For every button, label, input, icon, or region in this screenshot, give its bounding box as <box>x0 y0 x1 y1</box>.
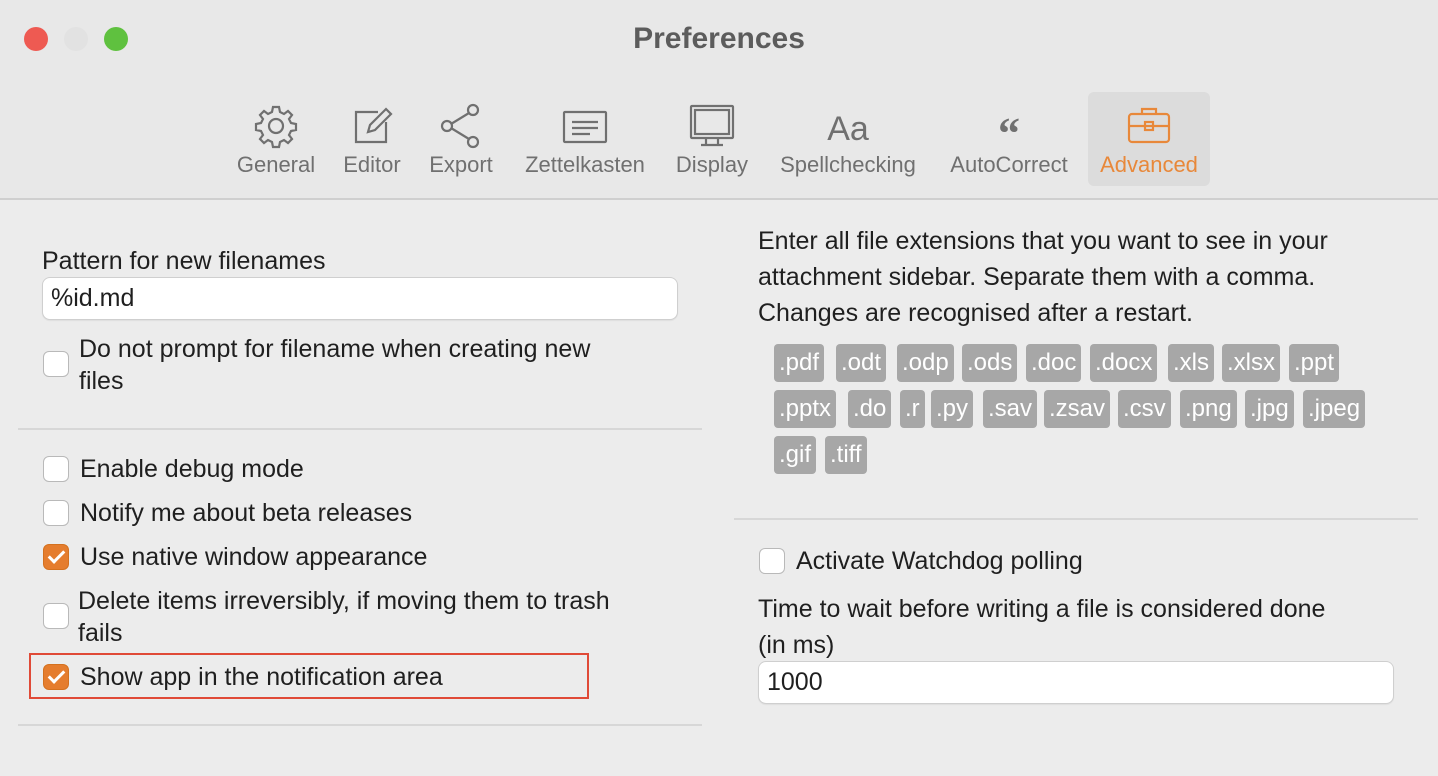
extension-tag[interactable]: .r <box>900 390 925 428</box>
extension-tag[interactable]: .csv <box>1118 390 1171 428</box>
native-appearance-label: Use native window appearance <box>80 543 428 571</box>
no-prompt-label-line1: Do not prompt for filename when creating… <box>79 335 591 363</box>
tab-label: Display <box>675 152 749 177</box>
filename-pattern-input[interactable]: %id.md <box>42 277 678 320</box>
extension-tag[interactable]: .xls <box>1168 344 1214 382</box>
wait-time-input[interactable]: 1000 <box>758 661 1394 704</box>
quote-icon: “ <box>998 109 1020 150</box>
extension-tag[interactable]: .tiff <box>825 436 867 474</box>
tab-spellchecking[interactable]: Aa Spellchecking <box>768 92 928 186</box>
tab-export[interactable]: Export <box>420 92 502 186</box>
gear-icon <box>254 105 298 149</box>
filename-pattern-label: Pattern for new filenames <box>42 247 326 275</box>
delete-irreversibly-label-line2: fails <box>78 619 123 647</box>
beta-releases-checkbox[interactable] <box>43 500 69 526</box>
extension-tag[interactable]: .pptx <box>774 390 837 428</box>
watchdog-checkbox[interactable] <box>759 548 785 574</box>
window-title: Preferences <box>633 22 805 55</box>
extension-tag[interactable]: .py <box>931 390 974 428</box>
extension-tag[interactable]: .pdf <box>774 344 825 382</box>
tab-editor[interactable]: Editor <box>334 92 410 186</box>
extension-tag[interactable]: .sav <box>983 390 1038 428</box>
extension-tag[interactable]: .odp <box>897 344 954 382</box>
extension-tag[interactable]: .xlsx <box>1222 344 1280 382</box>
display-icon <box>689 104 735 147</box>
tab-label: Export <box>429 152 493 177</box>
tab-zettelkasten[interactable]: Zettelkasten <box>514 92 656 186</box>
highlight-box <box>29 653 589 699</box>
extensions-description-line3: Changes are recognised after a restart. <box>758 299 1193 327</box>
extension-tag[interactable]: .png <box>1180 390 1237 428</box>
tab-label: Editor <box>343 152 401 177</box>
titlebar: Preferences General Editor Export Zettel… <box>0 0 1438 200</box>
wait-time-label-line1: Time to wait before writing a file is co… <box>758 595 1326 623</box>
debug-mode-label: Enable debug mode <box>80 455 304 483</box>
tab-autocorrect[interactable]: “ AutoCorrect <box>940 92 1078 186</box>
tab-label: General <box>236 152 316 177</box>
beta-releases-label: Notify me about beta releases <box>80 499 413 527</box>
tab-general[interactable]: General <box>230 92 322 186</box>
extension-tag[interactable]: .odt <box>836 344 887 382</box>
extension-tag[interactable]: .do <box>848 390 892 428</box>
extension-tag[interactable]: .gif <box>774 436 817 474</box>
extension-tag[interactable]: .jpg <box>1245 390 1294 428</box>
delete-irreversibly-checkbox[interactable] <box>43 603 69 629</box>
extension-tag[interactable]: .doc <box>1026 344 1082 382</box>
extension-tag[interactable]: .docx <box>1090 344 1158 382</box>
extension-tag[interactable]: .jpeg <box>1303 390 1366 428</box>
tab-label: Advanced <box>1100 152 1198 177</box>
share-icon <box>440 103 480 149</box>
toolbox-icon <box>1127 107 1171 144</box>
svg-text:Aa: Aa <box>827 110 869 148</box>
wait-time-label-line2: (in ms) <box>758 631 835 659</box>
extension-tag[interactable]: .zsav <box>1044 390 1111 428</box>
debug-mode-checkbox[interactable] <box>43 456 69 482</box>
tab-label: AutoCorrect <box>950 152 1068 177</box>
tab-advanced[interactable]: Advanced <box>1088 92 1210 186</box>
edit-icon <box>354 107 393 144</box>
tab-label: Spellchecking <box>780 152 916 177</box>
svg-text:“: “ <box>998 109 1020 150</box>
text-aa-icon: Aa <box>827 110 869 148</box>
extension-tag[interactable]: .ods <box>962 344 1018 382</box>
no-prompt-label-line2: files <box>79 367 124 395</box>
extensions-description-line1: Enter all file extensions that you want … <box>758 227 1328 255</box>
delete-irreversibly-label-line1: Delete items irreversibly, if moving the… <box>78 587 610 615</box>
section-divider <box>18 428 702 430</box>
watchdog-label: Activate Watchdog polling <box>796 547 1083 575</box>
native-appearance-checkbox[interactable] <box>43 544 69 570</box>
extensions-description-line2: attachment sidebar. Separate them with a… <box>758 263 1316 291</box>
section-divider <box>734 518 1418 520</box>
section-divider <box>18 724 702 726</box>
note-icon <box>562 110 608 144</box>
tab-label: Zettelkasten <box>525 152 645 177</box>
tab-display[interactable]: Display <box>668 92 756 186</box>
no-prompt-checkbox[interactable] <box>43 351 69 377</box>
extension-tag[interactable]: .ppt <box>1289 344 1340 382</box>
